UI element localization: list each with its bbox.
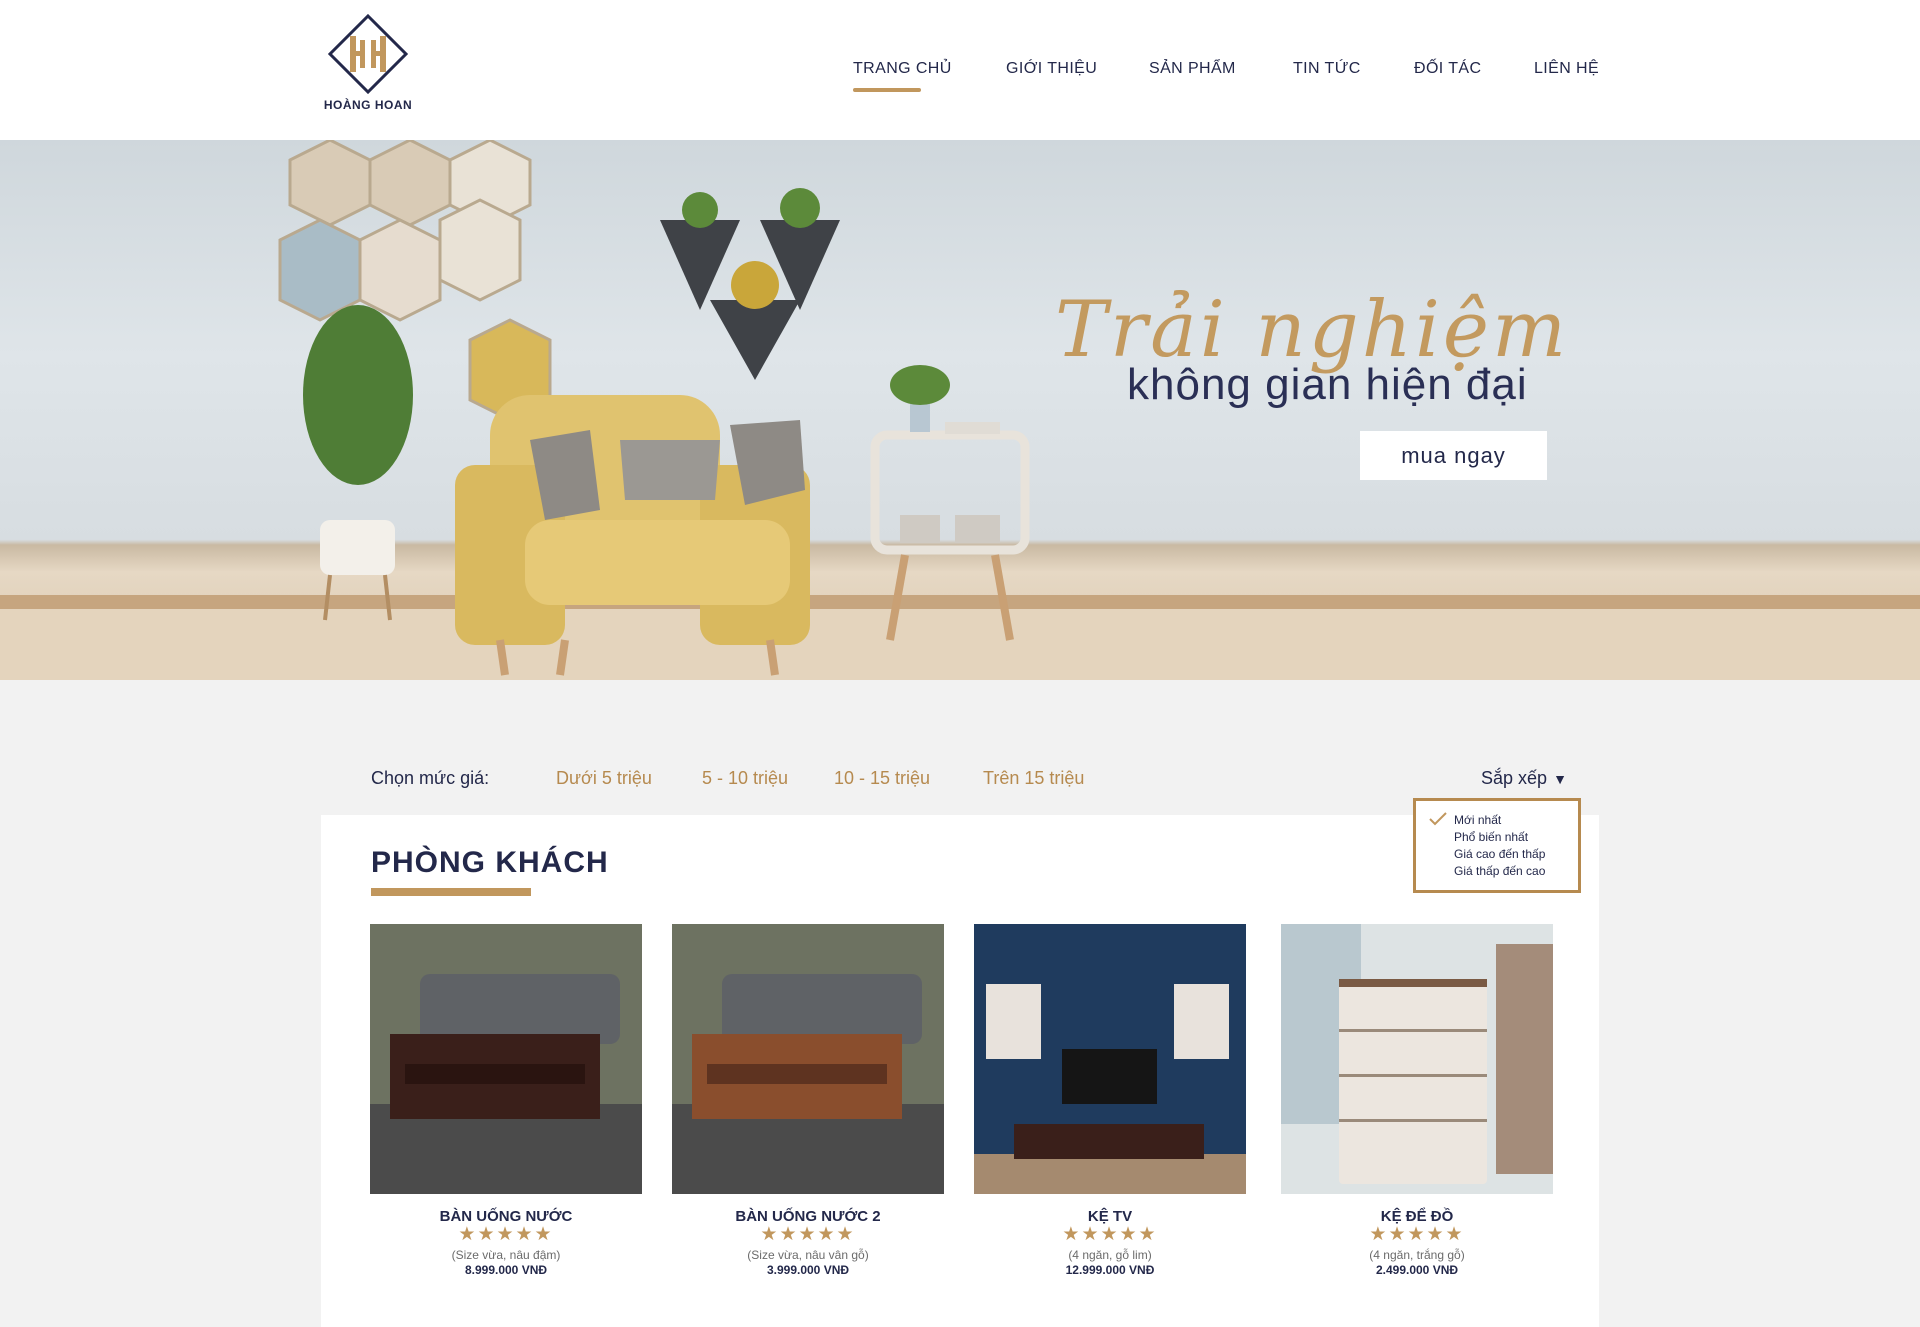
sort-dropdown-button[interactable]: Sắp xếp ▼ xyxy=(1481,768,1567,789)
rating-stars: ★★★★★ xyxy=(760,1224,856,1245)
section-title: PHÒNG KHÁCH xyxy=(371,846,609,879)
product-price: 3.999.000 VNĐ xyxy=(766,1263,850,1277)
nav-item-partners[interactable]: ĐỐI TÁC xyxy=(1414,60,1481,78)
product-price: 8.999.000 VNĐ xyxy=(464,1263,548,1277)
sort-option-price-asc[interactable]: Giá thấp đến cao xyxy=(1454,863,1578,880)
price-filter-10-15m[interactable]: 10 - 15 triệu xyxy=(834,768,930,789)
nav-item-home[interactable]: TRANG CHỦ xyxy=(853,60,952,92)
product-price: 12.999.000 VNĐ xyxy=(1065,1263,1155,1277)
product-price: 2.499.000 VNĐ xyxy=(1375,1263,1459,1277)
sort-option-popular[interactable]: Phổ biến nhất xyxy=(1454,829,1578,846)
sort-menu: Mới nhất Phổ biến nhất Giá cao đến thấp … xyxy=(1413,798,1581,893)
product-description: (4 ngăn, gỗ lim) xyxy=(1068,1248,1152,1262)
sort-label: Sắp xếp xyxy=(1481,768,1548,788)
buy-now-button[interactable]: mua ngay xyxy=(1360,431,1547,480)
nav-item-news[interactable]: TIN TỨC xyxy=(1293,60,1361,78)
product-image[interactable] xyxy=(370,924,642,1194)
product-name[interactable]: BÀN UỐNG NƯỚC 2 xyxy=(672,1208,944,1225)
product-image[interactable] xyxy=(672,924,944,1194)
sort-option-newest[interactable]: Mới nhất xyxy=(1454,812,1578,829)
price-filter-label: Chọn mức giá: xyxy=(371,768,490,788)
product-description: (4 ngăn, trắng gỗ) xyxy=(1369,1248,1465,1262)
product-description: (Size vừa, nâu đậm) xyxy=(451,1248,561,1262)
nav-item-about[interactable]: GIỚI THIỆU xyxy=(1006,60,1097,78)
product-card[interactable]: KỆ TV ★★★★★ (4 ngăn, gỗ lim) 12.999.000 … xyxy=(974,924,1246,1277)
product-card[interactable]: BÀN UỐNG NƯỚC ★★★★★ (Size vừa, nâu đậm) … xyxy=(370,924,642,1277)
check-icon xyxy=(1429,812,1447,826)
rating-stars: ★★★★★ xyxy=(1369,1224,1465,1245)
product-name[interactable]: BÀN UỐNG NƯỚC xyxy=(370,1208,642,1225)
product-image[interactable] xyxy=(974,924,1246,1194)
price-filter-under-5m[interactable]: Dưới 5 triệu xyxy=(556,768,652,789)
rating-stars: ★★★★★ xyxy=(1062,1224,1158,1245)
product-description: (Size vừa, nâu vân gỗ) xyxy=(747,1248,869,1262)
price-filter-over-15m[interactable]: Trên 15 triệu xyxy=(983,768,1084,789)
site-header: HOÀNG HOAN TRANG CHỦ GIỚI THIỆU SẢN PHẨM… xyxy=(0,0,1920,140)
rating-stars: ★★★★★ xyxy=(458,1224,554,1245)
logo-wordmark: HOÀNG HOAN xyxy=(323,98,413,112)
nav-item-contact[interactable]: LIÊN HỆ xyxy=(1534,60,1599,78)
product-image[interactable] xyxy=(1281,924,1553,1194)
product-card[interactable]: BÀN UỐNG NƯỚC 2 ★★★★★ (Size vừa, nâu vân… xyxy=(672,924,944,1277)
caret-down-icon: ▼ xyxy=(1553,771,1567,787)
section-title-underline xyxy=(371,888,531,896)
hero-title: không gian hiện đại xyxy=(1127,360,1528,409)
product-name[interactable]: KỆ ĐỂ ĐỒ xyxy=(1281,1208,1553,1225)
hero-banner: Trải nghiệm không gian hiện đại mua ngay xyxy=(0,140,1920,680)
main-nav: TRANG CHỦ GIỚI THIỆU SẢN PHẨM TIN TỨC ĐỐ… xyxy=(0,60,1920,100)
price-filter-5-10m[interactable]: 5 - 10 triệu xyxy=(702,768,788,789)
hero-illustration xyxy=(0,140,1920,680)
product-name[interactable]: KỆ TV xyxy=(974,1208,1246,1225)
product-card[interactable]: KỆ ĐỂ ĐỒ ★★★★★ (4 ngăn, trắng gỗ) 2.499.… xyxy=(1281,924,1553,1277)
nav-item-products[interactable]: SẢN PHẨM xyxy=(1149,60,1236,78)
sort-option-price-desc[interactable]: Giá cao đến thấp xyxy=(1454,846,1578,863)
